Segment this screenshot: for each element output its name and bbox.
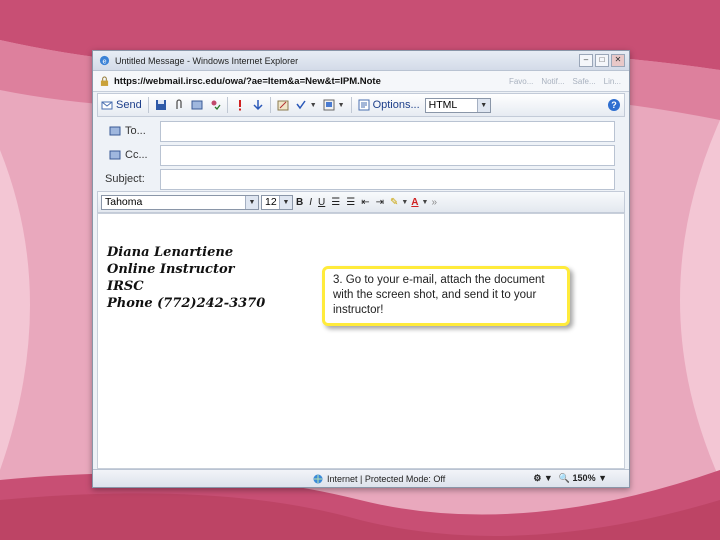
- subject-row: Subject:: [97, 168, 625, 190]
- decrease-indent-icon[interactable]: ⇤: [358, 197, 372, 208]
- send-icon: [101, 101, 113, 110]
- window-title: Untitled Message - Windows Internet Expl…: [115, 55, 299, 66]
- svg-text:e: e: [102, 56, 106, 65]
- save-button[interactable]: [152, 99, 170, 111]
- to-row: To...: [97, 120, 625, 142]
- security-zone-text: Internet | Protected Mode: Off: [327, 473, 446, 484]
- instruction-callout: 3. Go to your e-mail, attach the documen…: [322, 266, 570, 326]
- chevron-down-icon[interactable]: ▼: [422, 199, 429, 206]
- insert-button[interactable]: ▼: [320, 99, 348, 111]
- address-book-button[interactable]: [188, 99, 206, 111]
- options-label: Options...: [372, 99, 420, 111]
- attach-button[interactable]: [170, 99, 188, 111]
- sensitivity-icon: [277, 100, 289, 111]
- globe-icon: [313, 474, 323, 483]
- options-button[interactable]: Options...: [355, 99, 423, 111]
- numbered-list-icon[interactable]: ☰: [328, 197, 343, 208]
- toolbar-divider: [269, 97, 271, 113]
- message-toolbar: Send ▼ ▼ Options... HTML ▼ ?: [97, 93, 625, 117]
- high-importance-button[interactable]: [231, 99, 249, 111]
- signature-line: IRSC: [107, 279, 144, 294]
- signature-line: Online Instructor: [107, 262, 235, 277]
- chevron-down-icon: ▼: [279, 195, 292, 209]
- font-value: Tahoma: [105, 196, 143, 208]
- ghost-tab: Lin...: [603, 76, 621, 86]
- font-size-value: 12: [265, 196, 277, 208]
- signature-block: Diana Lenartiene Online Instructor IRSC …: [107, 244, 265, 312]
- address-bar[interactable]: https://webmail.irsc.edu/owa/?ae=Item&a=…: [93, 71, 629, 92]
- message-headers: To... Cc... Subject:: [97, 119, 625, 190]
- subject-label: Subject:: [105, 173, 145, 185]
- message-body[interactable]: Diana Lenartiene Online Instructor IRSC …: [97, 213, 625, 469]
- exclamation-icon: [238, 100, 241, 111]
- toolbar-divider: [147, 97, 149, 113]
- zoom-level: 150%: [572, 473, 596, 483]
- chevron-down-icon: ▼: [476, 98, 490, 112]
- callout-text: 3. Go to your e-mail, attach the documen…: [333, 274, 545, 316]
- toolbar-divider: [350, 97, 352, 113]
- title-bar: e Untitled Message - Windows Internet Ex…: [93, 51, 629, 71]
- send-button[interactable]: Send: [98, 99, 145, 111]
- increase-indent-icon[interactable]: ⇥: [373, 197, 387, 208]
- help-icon[interactable]: ?: [608, 99, 620, 111]
- font-size-select[interactable]: 12 ▼: [261, 194, 293, 210]
- tools-icon[interactable]: ⚙ ▼: [533, 473, 552, 484]
- to-label: To...: [125, 125, 146, 137]
- highlight-icon[interactable]: ✎: [387, 197, 401, 208]
- close-button[interactable]: ✕: [611, 54, 625, 67]
- address-book-icon: [109, 126, 121, 136]
- signature-line: Phone (772)242-3370: [107, 296, 266, 311]
- cc-field[interactable]: [160, 144, 615, 166]
- format-value: HTML: [428, 99, 458, 111]
- lock-icon: [100, 76, 109, 86]
- paperclip-icon: [176, 99, 182, 109]
- cc-label: Cc...: [125, 149, 148, 161]
- address-book-icon: [109, 150, 121, 160]
- zoom-control[interactable]: 🔍 150% ▼: [559, 473, 607, 484]
- ghost-tab: Safe...: [572, 76, 596, 86]
- check-names-button[interactable]: [206, 99, 224, 111]
- ghost-tab: Favo...: [508, 76, 534, 86]
- italic-button[interactable]: I: [306, 197, 315, 208]
- toolbar-divider: [226, 97, 228, 113]
- font-color-icon[interactable]: A: [408, 197, 421, 208]
- chevron-down-icon[interactable]: ▼: [401, 199, 408, 206]
- to-field[interactable]: [160, 120, 615, 142]
- signature-line: Diana Lenartiene: [107, 245, 234, 260]
- font-select[interactable]: Tahoma ▼: [101, 194, 259, 210]
- ie-logo-icon: e: [99, 55, 110, 65]
- bold-button[interactable]: B: [293, 197, 306, 208]
- format-select[interactable]: HTML ▼: [424, 97, 491, 113]
- underline-button[interactable]: U: [315, 197, 328, 208]
- maximize-button[interactable]: □: [595, 54, 609, 67]
- status-bar: Internet | Protected Mode: Off ⚙ ▼ 🔍 150…: [93, 469, 629, 487]
- more-options-icon[interactable]: »: [428, 197, 440, 208]
- formatting-toolbar: Tahoma ▼ 12 ▼ B I U ☰ ☰ ⇤ ⇥ ✎ ▼ A ▼ »: [97, 191, 625, 213]
- down-arrow-icon: [253, 100, 263, 111]
- background-tabs: Favo... Notif... Safe... Lin...: [509, 77, 621, 86]
- subject-field[interactable]: [160, 168, 615, 190]
- spelling-button[interactable]: ▼: [292, 99, 320, 111]
- address-book-icon: [191, 100, 203, 110]
- low-importance-button[interactable]: [249, 99, 267, 111]
- save-icon: [155, 100, 166, 110]
- spell-check-icon: [296, 100, 306, 110]
- cc-button[interactable]: Cc...: [97, 149, 169, 161]
- chevron-down-icon: ▼: [309, 101, 317, 109]
- chevron-down-icon: ▼: [245, 195, 258, 209]
- bullet-list-icon[interactable]: ☰: [343, 197, 358, 208]
- address-url: https://webmail.irsc.edu/owa/?ae=Item&a=…: [114, 75, 381, 87]
- minimize-button[interactable]: –: [579, 54, 593, 67]
- chevron-down-icon: ▼: [337, 101, 345, 109]
- ghost-tab: Notif...: [541, 76, 565, 86]
- options-icon: [358, 99, 370, 111]
- sensitivity-button[interactable]: [274, 99, 292, 111]
- check-names-icon: [211, 100, 221, 110]
- send-label: Send: [116, 99, 142, 111]
- to-button[interactable]: To...: [97, 125, 169, 137]
- cc-row: Cc...: [97, 144, 625, 166]
- insert-icon: [323, 99, 335, 111]
